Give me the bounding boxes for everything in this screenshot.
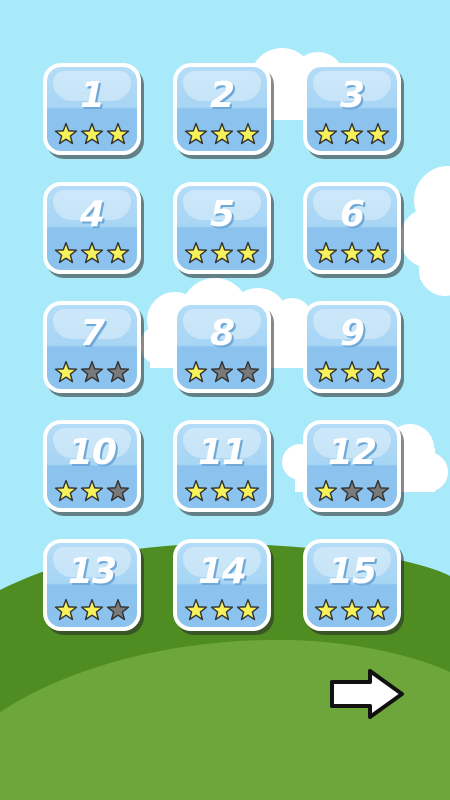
level-button[interactable]: 4: [43, 182, 141, 274]
star-filled-icon: [184, 479, 208, 502]
star-filled-icon: [236, 598, 260, 621]
level-button[interactable]: 6: [303, 182, 401, 274]
star-filled-icon: [236, 241, 260, 264]
level-number: 4: [79, 194, 105, 235]
level-number: 10: [67, 432, 117, 473]
star-filled-icon: [80, 241, 104, 264]
level-star-rating: [53, 479, 131, 503]
star-empty-icon: [210, 360, 234, 383]
star-filled-icon: [210, 122, 234, 145]
level-button[interactable]: 10: [43, 420, 141, 512]
star-filled-icon: [366, 360, 390, 383]
star-filled-icon: [54, 360, 78, 383]
star-filled-icon: [236, 122, 260, 145]
level-button[interactable]: 15: [303, 539, 401, 631]
level-button[interactable]: 3: [303, 63, 401, 155]
level-number: 14: [197, 551, 247, 592]
star-filled-icon: [184, 360, 208, 383]
level-star-rating: [53, 241, 131, 265]
level-star-rating: [313, 122, 391, 146]
level-button[interactable]: 9: [303, 301, 401, 393]
star-filled-icon: [366, 241, 390, 264]
level-button[interactable]: 1: [43, 63, 141, 155]
level-star-rating: [313, 479, 391, 503]
star-filled-icon: [340, 598, 364, 621]
level-button[interactable]: 8: [173, 301, 271, 393]
star-filled-icon: [314, 360, 338, 383]
star-filled-icon: [80, 122, 104, 145]
star-filled-icon: [314, 122, 338, 145]
star-filled-icon: [184, 598, 208, 621]
level-number: 3: [339, 75, 365, 116]
star-empty-icon: [340, 479, 364, 502]
level-number: 15: [327, 551, 377, 592]
level-button[interactable]: 14: [173, 539, 271, 631]
star-filled-icon: [210, 241, 234, 264]
star-filled-icon: [54, 598, 78, 621]
level-number: 13: [67, 551, 117, 592]
star-filled-icon: [366, 598, 390, 621]
level-number: 1: [79, 75, 105, 116]
level-star-rating: [53, 122, 131, 146]
star-filled-icon: [106, 241, 130, 264]
star-filled-icon: [184, 122, 208, 145]
level-star-rating: [183, 479, 261, 503]
star-empty-icon: [80, 360, 104, 383]
star-empty-icon: [366, 479, 390, 502]
level-star-rating: [53, 598, 131, 622]
right-arrow-icon: [330, 669, 404, 719]
level-number: 7: [79, 313, 105, 354]
level-star-rating: [53, 360, 131, 384]
star-filled-icon: [340, 360, 364, 383]
level-star-rating: [183, 122, 261, 146]
level-button[interactable]: 12: [303, 420, 401, 512]
star-empty-icon: [106, 479, 130, 502]
star-filled-icon: [340, 241, 364, 264]
star-empty-icon: [236, 360, 260, 383]
star-filled-icon: [210, 598, 234, 621]
star-filled-icon: [236, 479, 260, 502]
level-star-rating: [313, 360, 391, 384]
level-number: 6: [339, 194, 365, 235]
star-filled-icon: [54, 479, 78, 502]
level-number: 12: [327, 432, 377, 473]
next-page-arrow-button[interactable]: [328, 668, 406, 720]
star-filled-icon: [366, 122, 390, 145]
level-star-rating: [183, 241, 261, 265]
level-grid: 1 2 3 4 5 6 7 8 9 10 11 12 13 14 15: [43, 63, 403, 633]
level-button[interactable]: 2: [173, 63, 271, 155]
level-button[interactable]: 13: [43, 539, 141, 631]
star-filled-icon: [340, 122, 364, 145]
star-filled-icon: [210, 479, 234, 502]
star-filled-icon: [80, 479, 104, 502]
level-number: 8: [209, 313, 235, 354]
level-button[interactable]: 11: [173, 420, 271, 512]
level-star-rating: [183, 360, 261, 384]
star-filled-icon: [184, 241, 208, 264]
star-filled-icon: [54, 122, 78, 145]
star-filled-icon: [106, 122, 130, 145]
star-filled-icon: [314, 241, 338, 264]
level-number: 2: [209, 75, 235, 116]
level-star-rating: [183, 598, 261, 622]
star-empty-icon: [106, 598, 130, 621]
star-filled-icon: [314, 479, 338, 502]
star-filled-icon: [80, 598, 104, 621]
level-number: 5: [209, 194, 235, 235]
level-star-rating: [313, 598, 391, 622]
star-filled-icon: [54, 241, 78, 264]
level-button[interactable]: 5: [173, 182, 271, 274]
star-empty-icon: [106, 360, 130, 383]
level-star-rating: [313, 241, 391, 265]
level-number: 11: [197, 432, 247, 473]
star-filled-icon: [314, 598, 338, 621]
level-number: 9: [339, 313, 365, 354]
level-button[interactable]: 7: [43, 301, 141, 393]
